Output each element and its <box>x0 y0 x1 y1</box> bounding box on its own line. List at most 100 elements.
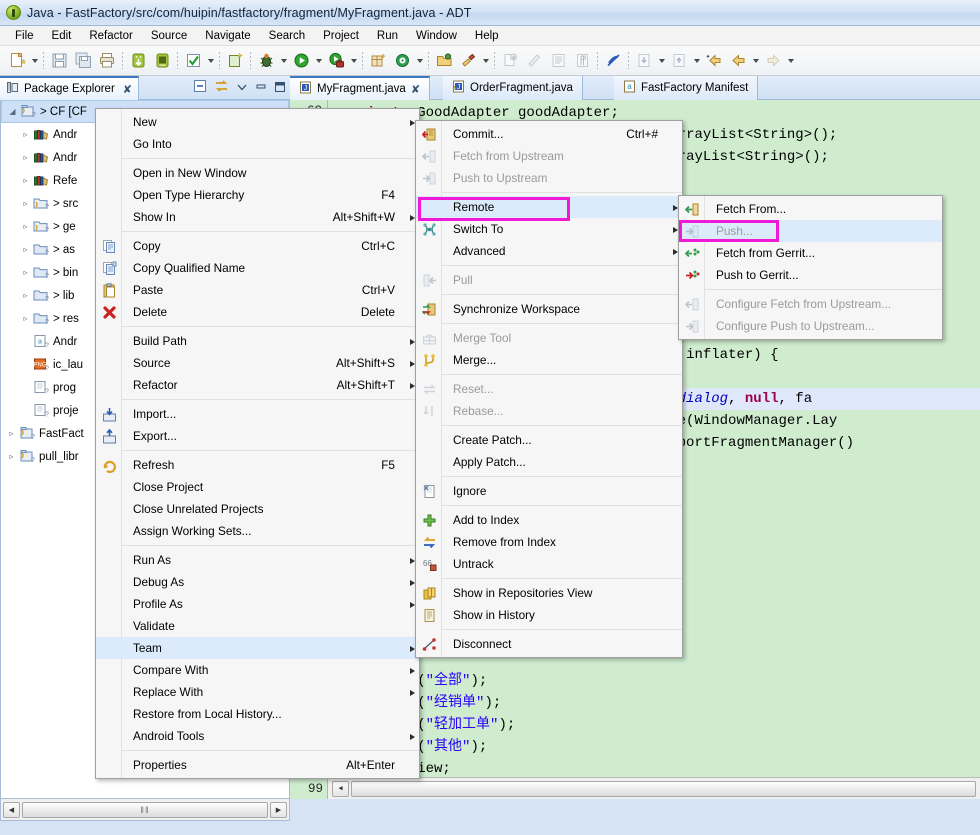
menu-item-run-as[interactable]: Run As <box>96 549 419 571</box>
menu-window[interactable]: Window <box>407 28 466 44</box>
run-external-tools-icon[interactable] <box>324 49 348 73</box>
menu-item-new[interactable]: New <box>96 111 419 133</box>
collapsed-arrow-icon[interactable]: ▹ <box>19 314 32 323</box>
new-java-target-icon[interactable] <box>390 49 414 73</box>
menu-edit[interactable]: Edit <box>43 28 81 44</box>
team-submenu[interactable]: Commit... Ctrl+# Fetch from Upstream Push t… <box>415 120 683 658</box>
menu-item-show-in-repositories-view[interactable]: Show in Repositories View <box>416 582 682 604</box>
menu-item-close-project[interactable]: Close Project <box>96 476 419 498</box>
previous-annotation-icon[interactable] <box>522 49 546 73</box>
menu-item-go-into[interactable]: Go Into <box>96 133 419 155</box>
collapsed-arrow-icon[interactable]: ▹ <box>19 176 32 185</box>
collapsed-arrow-icon[interactable]: ▹ <box>19 199 32 208</box>
scrollbar-thumb[interactable]: ‖‖ <box>22 801 268 818</box>
menu-item-export[interactable]: Export... <box>96 425 419 447</box>
menu-item-replace-with[interactable]: Replace With <box>96 681 419 703</box>
show-whitespace-icon[interactable] <box>570 49 594 73</box>
menu-item-copy[interactable]: Copy Ctrl+C <box>96 235 419 257</box>
menu-item-close-unrelated-projects[interactable]: Close Unrelated Projects <box>96 498 419 520</box>
collapsed-arrow-icon[interactable]: ▹ <box>19 222 32 231</box>
menu-item-copy-qualified-name[interactable]: Copy Qualified Name <box>96 257 419 279</box>
close-icon[interactable]: ✘ <box>411 83 420 96</box>
new-package-icon[interactable] <box>366 49 390 73</box>
menu-item-synchronize-workspace[interactable]: Synchronize Workspace <box>416 298 682 320</box>
scroll-right-icon[interactable]: ▶ <box>270 801 287 818</box>
menu-navigate[interactable]: Navigate <box>196 28 259 44</box>
toggle-block-selection-icon[interactable] <box>546 49 570 73</box>
chevron-down-icon[interactable] <box>785 49 796 73</box>
expanded-arrow-icon[interactable]: ◢ <box>6 107 19 116</box>
menu-run[interactable]: Run <box>368 28 407 44</box>
menu-item-fetch-from[interactable]: Fetch From... <box>679 198 942 220</box>
menu-item-ignore[interactable]: Ignore <box>416 480 682 502</box>
chevron-down-icon[interactable] <box>348 49 359 73</box>
new-wizard-icon[interactable] <box>5 49 29 73</box>
menu-item-validate[interactable]: Validate <box>96 615 419 637</box>
chevron-down-icon[interactable] <box>313 49 324 73</box>
chevron-down-icon[interactable] <box>278 49 289 73</box>
collapsed-arrow-icon[interactable]: ▹ <box>19 130 32 139</box>
menu-item-compare-with[interactable]: Compare With <box>96 659 419 681</box>
remote-submenu[interactable]: Fetch From... Push... Fetch from Gerrit...… <box>678 195 943 340</box>
menu-item-push-to-gerrit[interactable]: Push to Gerrit... <box>679 264 942 286</box>
chevron-down-icon[interactable] <box>750 49 761 73</box>
menu-help[interactable]: Help <box>466 28 508 44</box>
scrollbar-thumb[interactable] <box>351 780 976 797</box>
menu-refactor[interactable]: Refactor <box>80 28 141 44</box>
new-android-project-icon[interactable] <box>223 49 247 73</box>
menu-item-show-in[interactable]: Show In Alt+Shift+W <box>96 206 419 228</box>
menu-item-properties[interactable]: Properties Alt+Enter <box>96 754 419 776</box>
menu-item-advanced[interactable]: Advanced <box>416 240 682 262</box>
tab-myfragment-java[interactable]: J MyFragment.java ✘ <box>290 76 431 100</box>
toggle-mark-occurrences-icon[interactable] <box>601 49 625 73</box>
menu-item-commit[interactable]: Commit... Ctrl+# <box>416 123 682 145</box>
menu-item-assign-working-sets[interactable]: Assign Working Sets... <box>96 520 419 542</box>
menu-item-refactor[interactable]: Refactor Alt+Shift+T <box>96 374 419 396</box>
scroll-left-icon[interactable]: ◀ <box>3 801 20 818</box>
menu-file[interactable]: File <box>6 28 43 44</box>
menu-item-source[interactable]: Source Alt+Shift+S <box>96 352 419 374</box>
menu-item-android-tools[interactable]: Android Tools <box>96 725 419 747</box>
menu-item-switch-to[interactable]: Switch To <box>416 218 682 240</box>
menu-item-open-in-new-window[interactable]: Open in New Window <box>96 162 419 184</box>
open-type-icon[interactable] <box>432 49 456 73</box>
menu-item-open-type-hierarchy[interactable]: Open Type Hierarchy F4 <box>96 184 419 206</box>
tab-package-explorer[interactable]: Package Explorer ✘ <box>0 76 139 100</box>
chevron-down-icon[interactable] <box>414 49 425 73</box>
build-check-icon[interactable] <box>181 49 205 73</box>
project-context-menu[interactable]: New Go Into Open in New Window Open Type Hi… <box>95 108 420 779</box>
close-icon[interactable]: ✘ <box>123 83 132 96</box>
print-icon[interactable] <box>95 49 119 73</box>
view-menu-icon[interactable] <box>236 80 248 98</box>
editor-hscrollbar[interactable]: ◀ <box>328 777 980 799</box>
tab-orderfragment-java[interactable]: J OrderFragment.java <box>443 76 583 100</box>
chevron-down-icon[interactable] <box>205 49 216 73</box>
menu-item-apply-patch[interactable]: Apply Patch... <box>416 451 682 473</box>
chevron-down-icon[interactable] <box>656 49 667 73</box>
link-with-editor-icon[interactable] <box>214 79 229 98</box>
menu-item-paste[interactable]: Paste Ctrl+V <box>96 279 419 301</box>
collapse-all-icon[interactable] <box>193 79 207 98</box>
menu-item-remote[interactable]: Remote <box>416 196 682 218</box>
previous-edit-location-icon[interactable] <box>632 49 656 73</box>
next-annotation-icon[interactable] <box>498 49 522 73</box>
next-edit-location-icon[interactable] <box>667 49 691 73</box>
save-icon[interactable] <box>47 49 71 73</box>
collapsed-arrow-icon[interactable]: ▹ <box>19 291 32 300</box>
collapsed-arrow-icon[interactable]: ▹ <box>5 452 18 461</box>
collapsed-arrow-icon[interactable]: ▹ <box>19 268 32 277</box>
android-sdk-manager-icon[interactable] <box>126 49 150 73</box>
search-icon[interactable] <box>456 49 480 73</box>
menu-item-restore-from-local-history[interactable]: Restore from Local History... <box>96 703 419 725</box>
menu-item-add-to-index[interactable]: Add to Index <box>416 509 682 531</box>
collapsed-arrow-icon[interactable]: ▹ <box>19 245 32 254</box>
collapsed-arrow-icon[interactable]: ▹ <box>19 153 32 162</box>
menu-item-delete[interactable]: Delete Delete <box>96 301 419 323</box>
run-icon[interactable] <box>289 49 313 73</box>
menu-search[interactable]: Search <box>260 28 314 44</box>
android-avd-manager-icon[interactable] <box>150 49 174 73</box>
menu-item-build-path[interactable]: Build Path <box>96 330 419 352</box>
menu-project[interactable]: Project <box>314 28 368 44</box>
menu-item-fetch-from-gerrit[interactable]: Fetch from Gerrit... <box>679 242 942 264</box>
chevron-down-icon[interactable] <box>29 49 40 73</box>
